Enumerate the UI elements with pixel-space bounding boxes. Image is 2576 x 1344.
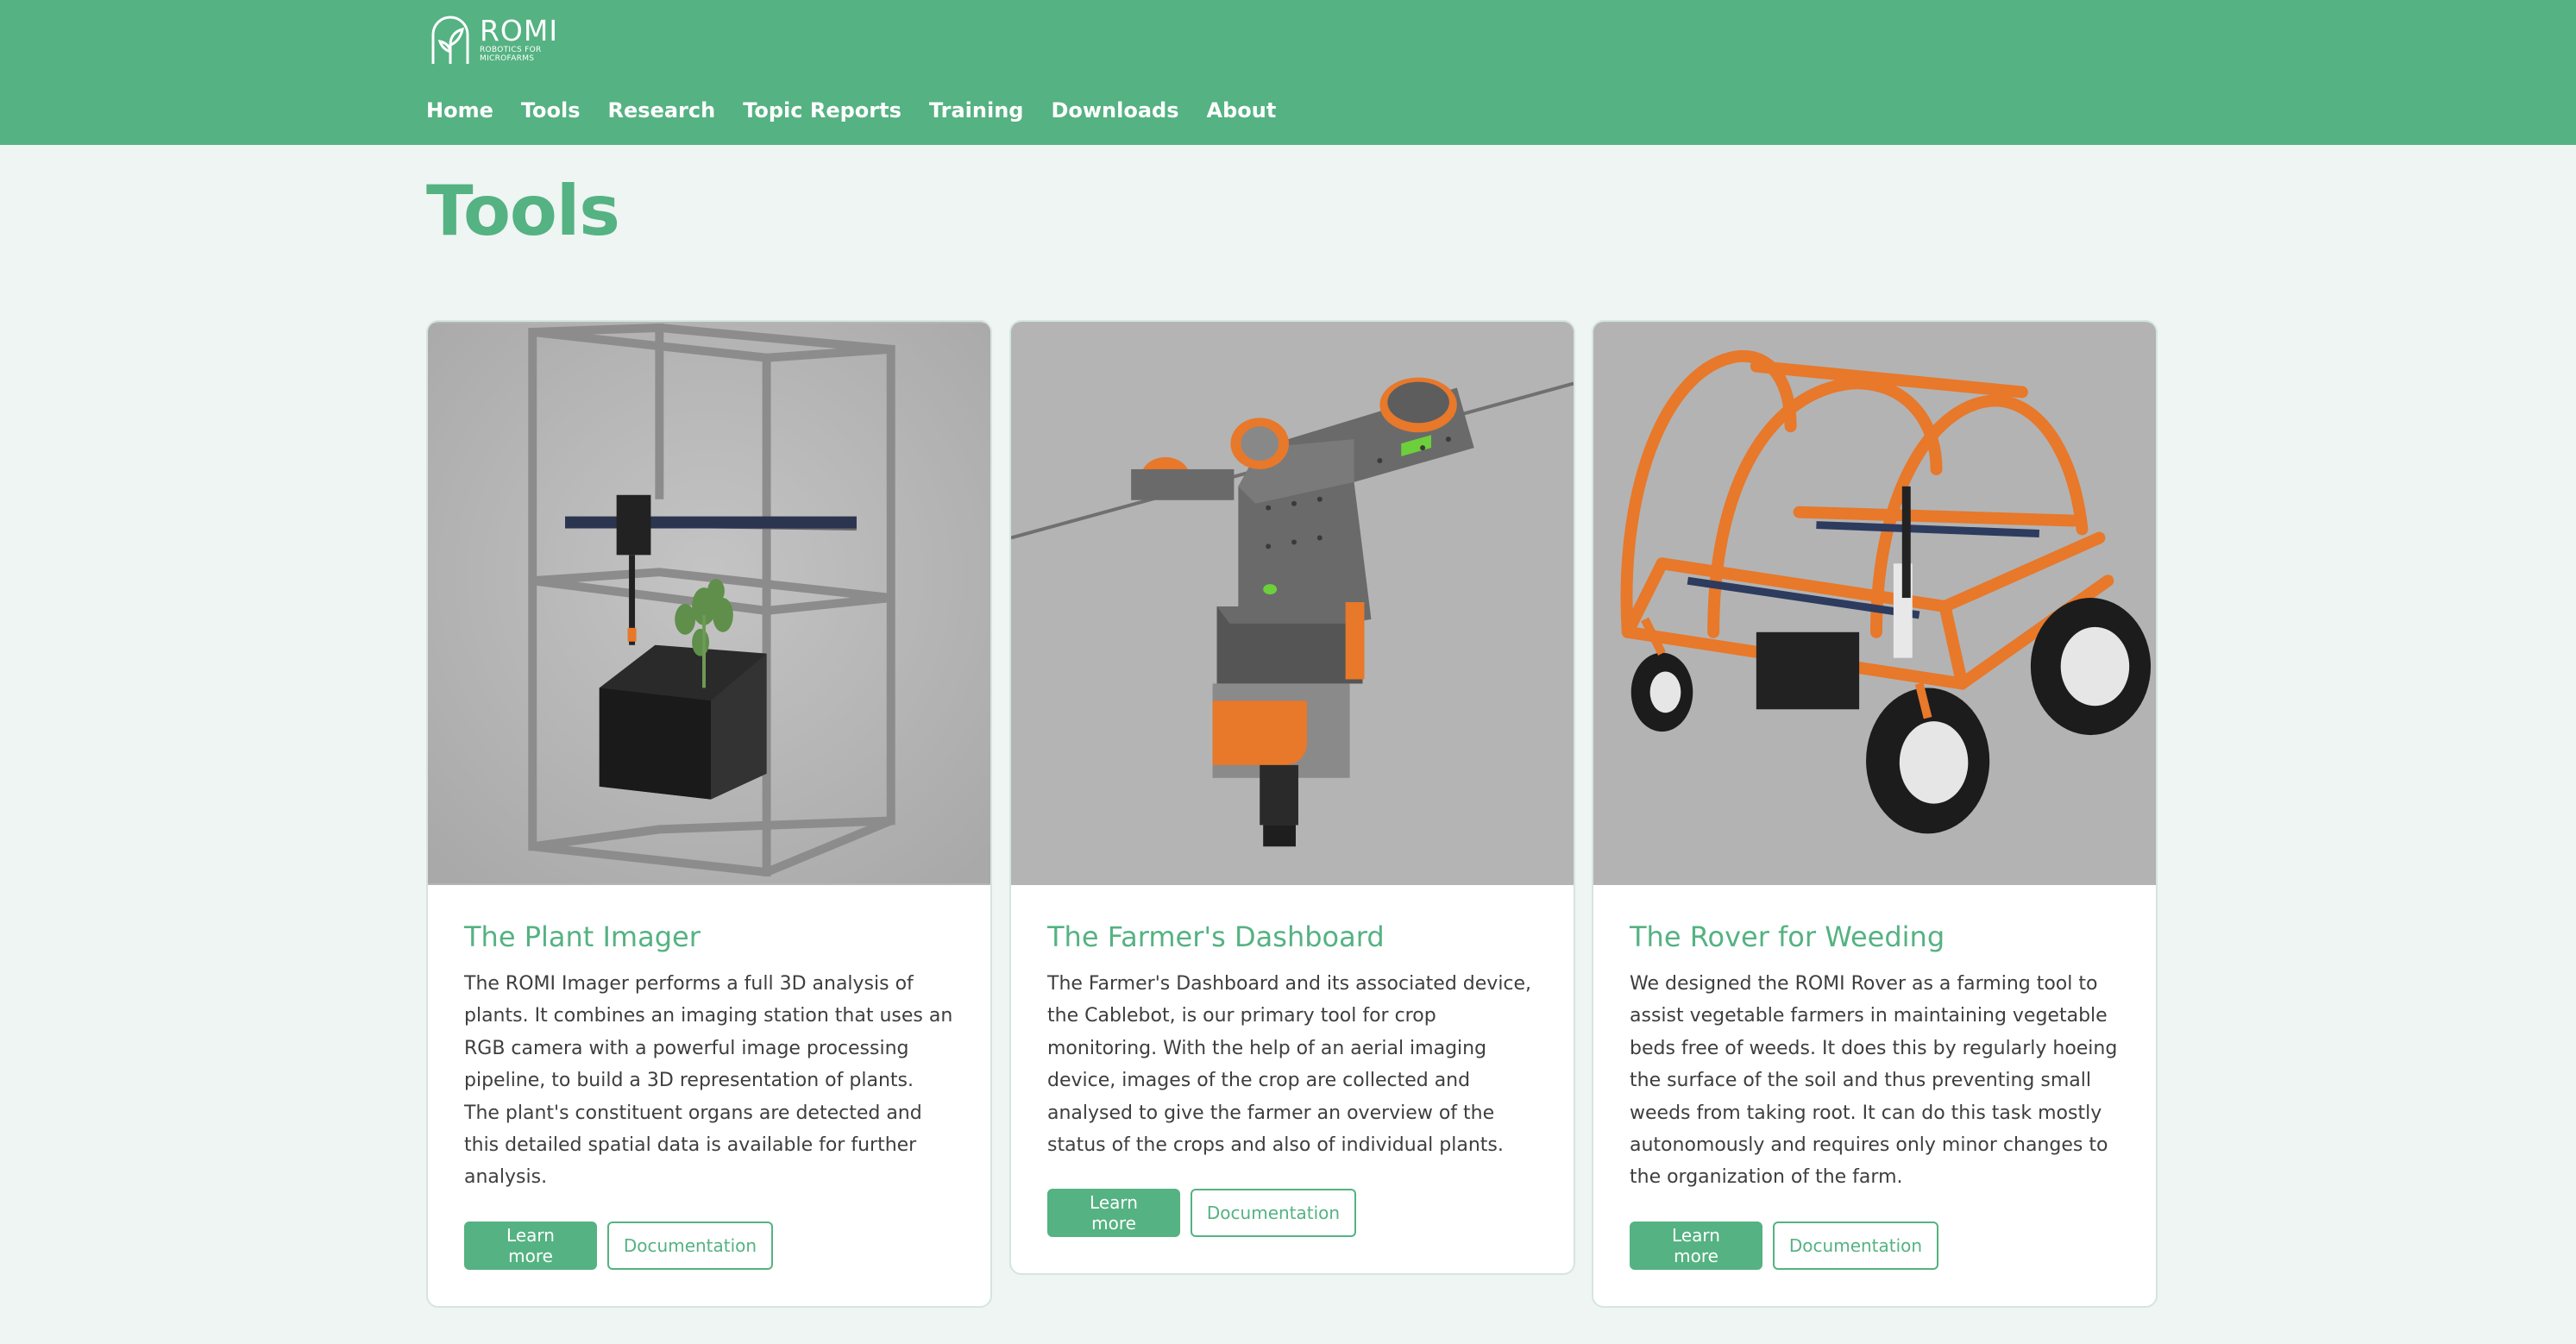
card-title[interactable]: The Plant Imager	[464, 920, 954, 954]
sprout-arch-icon	[431, 16, 469, 64]
nav-home[interactable]: Home	[426, 93, 493, 128]
tool-card-farmers-dashboard: The Farmer's Dashboard The Farmer's Dash…	[1009, 320, 1575, 1276]
learn-more-button[interactable]: Learn more	[1047, 1189, 1180, 1238]
card-title[interactable]: The Rover for Weeding	[1630, 920, 2120, 954]
card-actions: Learn more Documentation	[1047, 1189, 1537, 1238]
site-header: ROMI ROBOTICS FOR MICROFARMS Home Tools …	[0, 0, 2576, 145]
farmers-dashboard-image[interactable]	[1011, 322, 1574, 885]
logo-name: ROMI	[480, 14, 559, 47]
nav-tools[interactable]: Tools	[521, 93, 581, 128]
documentation-button[interactable]: Documentation	[607, 1221, 773, 1270]
learn-more-button[interactable]: Learn more	[464, 1221, 597, 1270]
card-body: The Farmer's Dashboard The Farmer's Dash…	[1011, 885, 1574, 1273]
card-body: The Rover for Weeding We designed the RO…	[1593, 885, 2156, 1306]
documentation-button[interactable]: Documentation	[1773, 1221, 1938, 1270]
site-logo[interactable]: ROMI ROBOTICS FOR MICROFARMS	[426, 12, 573, 67]
nav-training[interactable]: Training	[929, 93, 1024, 128]
main-nav: Home Tools Research Topic Reports Traini…	[426, 93, 1304, 128]
plant-imager-render	[428, 323, 990, 884]
logo-subtitle-2: MICROFARMS	[480, 54, 535, 63]
rover-render	[1593, 323, 2156, 884]
page-title: Tools	[426, 171, 620, 251]
nav-research[interactable]: Research	[608, 93, 716, 128]
tool-card-plant-imager: The Plant Imager The ROMI Imager perform…	[426, 320, 992, 1308]
tool-card-rover-for-weeding: The Rover for Weeding We designed the RO…	[1592, 320, 2158, 1308]
card-description: We designed the ROMI Rover as a farming …	[1630, 973, 2118, 1189]
nav-downloads[interactable]: Downloads	[1051, 93, 1178, 128]
rover-for-weeding-image[interactable]	[1593, 322, 2156, 885]
nav-topic-reports[interactable]: Topic Reports	[743, 93, 902, 128]
documentation-button[interactable]: Documentation	[1191, 1189, 1356, 1238]
cablebot-render	[1011, 323, 1574, 884]
card-actions: Learn more Documentation	[1630, 1221, 2120, 1270]
nav-about[interactable]: About	[1207, 93, 1277, 128]
card-title[interactable]: The Farmer's Dashboard	[1047, 920, 1537, 954]
card-description: The ROMI Imager performs a full 3D analy…	[464, 973, 953, 1189]
card-description: The Farmer's Dashboard and its associate…	[1047, 973, 1532, 1157]
learn-more-button[interactable]: Learn more	[1630, 1221, 1762, 1270]
logo-text: ROMI ROBOTICS FOR MICROFARMS	[480, 14, 559, 64]
plant-imager-image[interactable]	[428, 322, 990, 885]
card-body: The Plant Imager The ROMI Imager perform…	[428, 885, 990, 1306]
card-actions: Learn more Documentation	[464, 1221, 954, 1270]
